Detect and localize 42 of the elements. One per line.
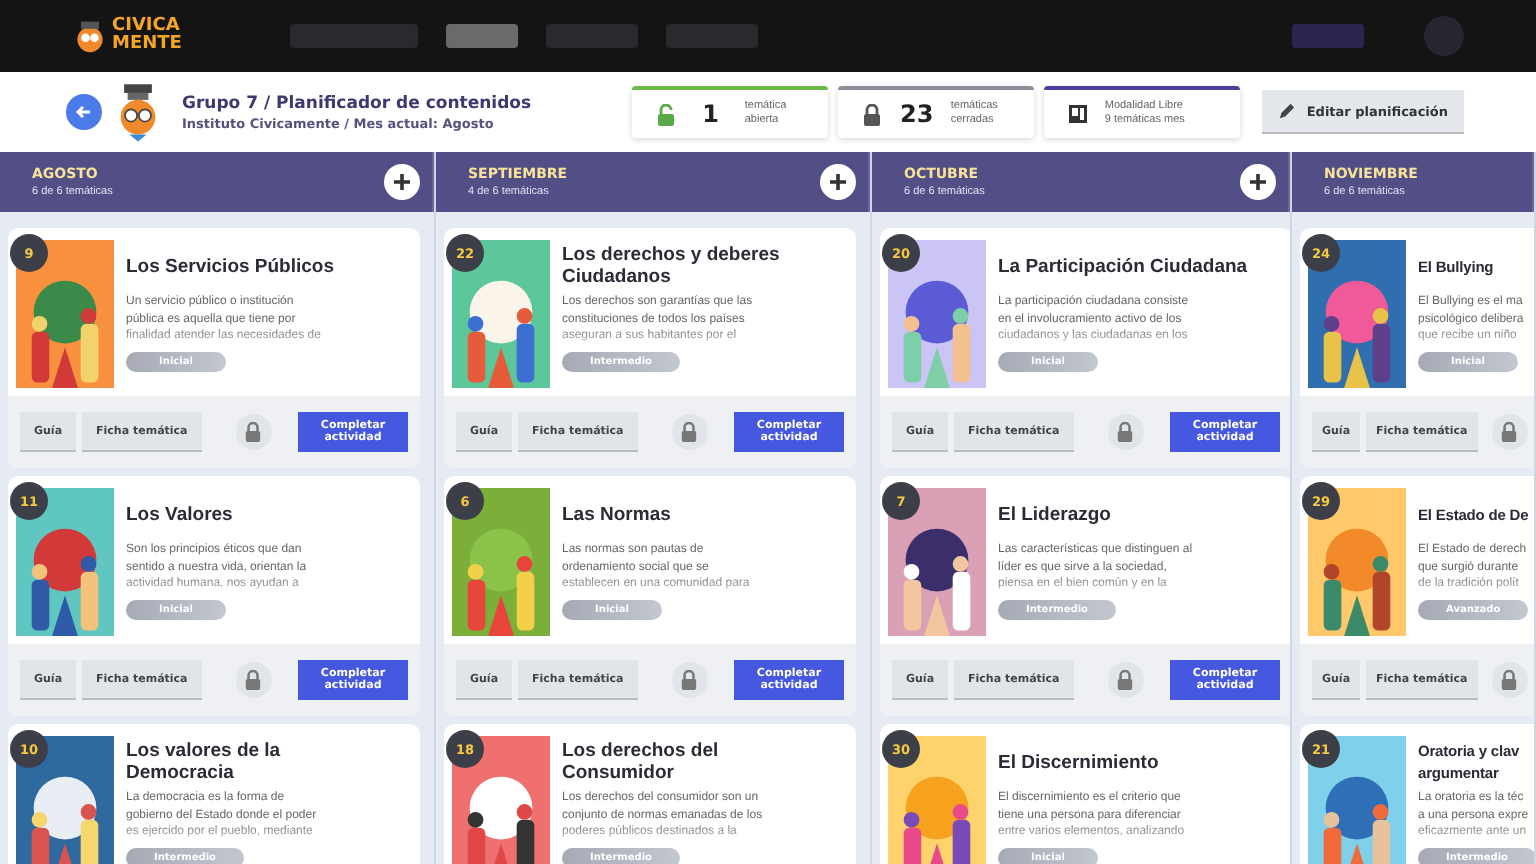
lock-icon bbox=[680, 422, 699, 442]
add-button[interactable] bbox=[384, 164, 420, 200]
topic-title: El Discernimiento bbox=[998, 749, 1161, 777]
lock-icon bbox=[1500, 670, 1519, 690]
plus-icon bbox=[1248, 172, 1268, 192]
lock-icon bbox=[244, 422, 263, 442]
lock-icon bbox=[1116, 670, 1135, 690]
topic-title: El Liderazgo bbox=[998, 501, 1113, 529]
back-arrow-icon bbox=[74, 102, 94, 122]
topic-title: Las Normas bbox=[562, 501, 673, 529]
lock-icon bbox=[862, 103, 883, 125]
lock-icon bbox=[244, 670, 263, 690]
topic-title: La Participación Ciudadana bbox=[998, 253, 1248, 281]
lock-icon bbox=[1500, 422, 1519, 442]
plus-icon bbox=[392, 172, 412, 192]
plus-icon bbox=[828, 172, 848, 192]
lock-button[interactable] bbox=[235, 414, 272, 450]
topic-title: Los Valores bbox=[126, 501, 235, 529]
lock-button[interactable] bbox=[671, 414, 708, 450]
pencil-icon bbox=[1278, 102, 1297, 120]
lock-button[interactable] bbox=[671, 662, 708, 698]
topic-title: Los valores de la Democracia bbox=[126, 740, 283, 784]
topic-title: Los Servicios Públicos bbox=[126, 253, 335, 281]
lock-button[interactable] bbox=[1491, 414, 1528, 450]
lock-button[interactable] bbox=[235, 662, 272, 698]
stat-value: 1 bbox=[700, 100, 722, 128]
owl-logo-icon bbox=[72, 18, 108, 54]
topic-title: Los derechos del Consumidor bbox=[562, 740, 721, 784]
stat-value: 23 bbox=[898, 100, 935, 128]
back-button[interactable] bbox=[66, 94, 102, 130]
add-button[interactable] bbox=[1240, 164, 1276, 200]
topic-title: Los derechos y deberes Ciudadanos bbox=[562, 244, 780, 288]
lock-icon bbox=[1116, 422, 1135, 442]
lock-button[interactable] bbox=[1107, 414, 1144, 450]
unlocked-lock-icon bbox=[656, 103, 677, 125]
add-button[interactable] bbox=[820, 164, 856, 200]
logo-text: CIVICA MENTE bbox=[112, 18, 182, 54]
lock-button[interactable] bbox=[1491, 662, 1528, 698]
board-icon bbox=[1068, 104, 1089, 124]
page-title: Grupo 7 / Planificador de contenidos bbox=[182, 93, 532, 113]
lock-button[interactable] bbox=[1107, 662, 1144, 698]
lock-icon bbox=[680, 670, 699, 690]
